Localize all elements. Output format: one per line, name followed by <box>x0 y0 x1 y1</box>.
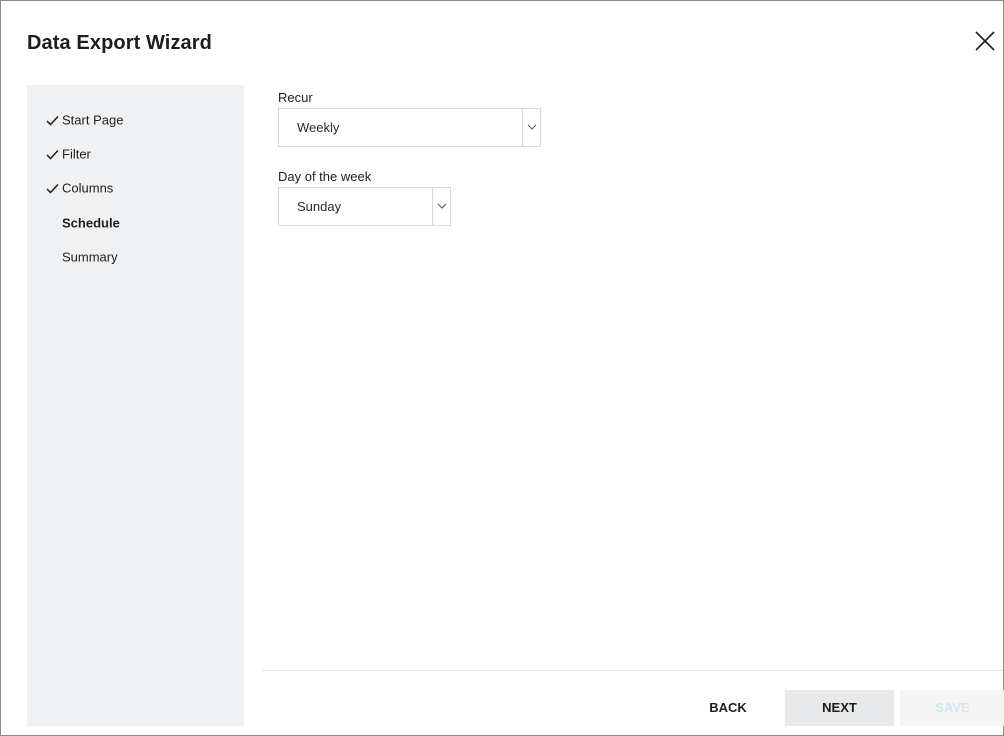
step-label: Summary <box>62 249 118 265</box>
close-button[interactable] <box>973 29 997 53</box>
recur-value: Weekly <box>297 120 340 135</box>
day-of-week-value: Sunday <box>297 199 342 214</box>
recur-label: Recur <box>278 90 313 105</box>
dialog-title: Data Export Wizard <box>27 32 212 54</box>
step-summary[interactable]: Summary <box>27 246 118 268</box>
chevron-down-icon <box>432 188 450 225</box>
step-filter[interactable]: Filter <box>27 143 91 165</box>
day-of-week-label: Day of the week <box>278 169 372 184</box>
check-icon <box>46 115 59 126</box>
day-of-week-select[interactable]: Sunday <box>278 187 451 226</box>
step-label: Filter <box>62 146 91 162</box>
back-button[interactable]: BACK <box>688 690 768 726</box>
step-label: Columns <box>62 180 114 196</box>
step-columns[interactable]: Columns <box>27 177 113 199</box>
recur-select[interactable]: Weekly <box>278 108 541 147</box>
wizard-steps-sidebar: Start Page Filter Columns Schedule Summa… <box>27 85 244 726</box>
step-label: Schedule <box>62 215 120 231</box>
step-label: Start Page <box>62 112 124 128</box>
footer-divider <box>262 670 1003 671</box>
chevron-down-icon <box>522 109 540 146</box>
check-icon <box>46 183 59 194</box>
save-button[interactable]: SAVE <box>900 690 1004 726</box>
check-icon <box>46 149 59 160</box>
next-button[interactable]: NEXT <box>785 690 894 726</box>
step-schedule[interactable]: Schedule <box>27 212 120 234</box>
close-icon <box>973 29 997 53</box>
step-start-page[interactable]: Start Page <box>27 109 123 131</box>
export-wizard-dialog: Data Export Wizard Start Page Filter Col… <box>0 0 1004 736</box>
